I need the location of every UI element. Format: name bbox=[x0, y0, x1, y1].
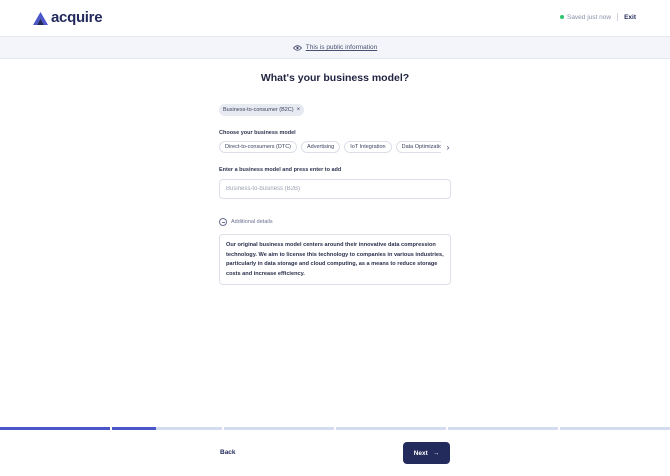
acquire-logo[interactable]: acquire bbox=[33, 9, 103, 26]
progress-segment bbox=[448, 427, 558, 430]
back-button[interactable]: Back bbox=[220, 449, 236, 456]
public-info-banner: This is public information bbox=[0, 36, 670, 59]
next-label: Next bbox=[413, 449, 428, 457]
saved-status-dot-icon bbox=[559, 15, 564, 19]
arrow-right-icon: → bbox=[432, 449, 440, 457]
header: acquire Saved just now Exit bbox=[0, 0, 670, 36]
progress-segment-fill bbox=[112, 427, 156, 430]
progress-bar bbox=[0, 427, 670, 430]
business-model-input[interactable] bbox=[219, 179, 451, 199]
remove-chip-close-icon[interactable]: × bbox=[297, 107, 301, 113]
business-model-options: Direct-to-consumers (DTC) Advertising Io… bbox=[219, 141, 451, 153]
page-title: What's your business model? bbox=[260, 72, 410, 84]
saved-status-text: Saved just now bbox=[566, 13, 612, 21]
choose-model-label: Choose your business model bbox=[219, 130, 296, 136]
header-divider bbox=[617, 13, 619, 21]
option-iot-integration[interactable]: IoT Integration bbox=[344, 141, 392, 153]
acquire-logo-icon bbox=[33, 11, 48, 25]
next-button[interactable]: Next → bbox=[403, 442, 450, 464]
eye-icon bbox=[292, 44, 302, 51]
chevron-right-icon[interactable]: › bbox=[441, 141, 455, 153]
logo-text: acquire bbox=[51, 9, 103, 26]
option-advertising[interactable]: Advertising bbox=[301, 141, 341, 153]
public-info-link[interactable]: This is public information bbox=[306, 44, 378, 51]
additional-details-label: Additional details bbox=[231, 219, 273, 225]
chip-label: Business-to-consumer (B2C) bbox=[223, 107, 294, 113]
progress-segment-fill bbox=[0, 427, 110, 430]
progress-segment bbox=[224, 427, 334, 430]
progress-segment bbox=[112, 427, 222, 430]
option-direct-to-consumers[interactable]: Direct-to-consumers (DTC) bbox=[219, 141, 298, 153]
additional-details-textarea[interactable]: Our original business model centers arou… bbox=[219, 234, 451, 285]
enter-model-label: Enter a business model and press enter t… bbox=[219, 167, 342, 173]
selected-business-model-chip: Business-to-consumer (B2C) × bbox=[219, 104, 305, 116]
progress-segment bbox=[560, 427, 670, 430]
header-status: Saved just now Exit bbox=[559, 13, 636, 21]
progress-segment bbox=[336, 427, 446, 430]
progress-segment bbox=[0, 427, 110, 430]
exit-button[interactable]: Exit bbox=[624, 14, 636, 21]
additional-details-toggle[interactable]: Additional details bbox=[219, 218, 273, 226]
collapse-minus-icon bbox=[219, 218, 227, 226]
